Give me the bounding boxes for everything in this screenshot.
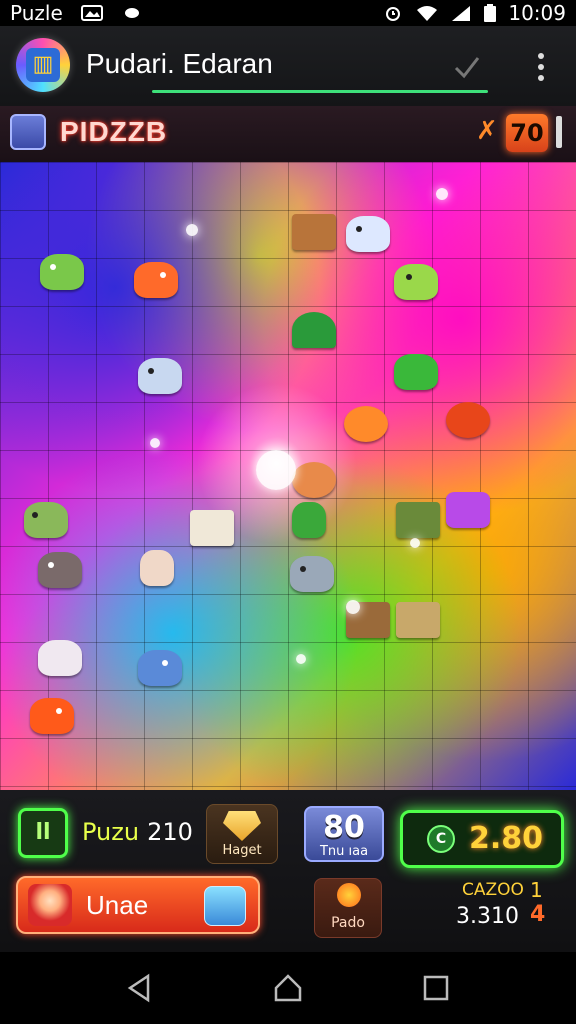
app-bar: ▥ Pudari. Edaran: [0, 26, 576, 107]
puzzle-piece[interactable]: [344, 406, 388, 442]
signal-icon: [452, 6, 471, 21]
puzzle-piece[interactable]: [138, 358, 182, 394]
sparkle: [410, 538, 420, 548]
game-header: PIDZZB ✗ 70: [0, 106, 576, 162]
puzzle-piece[interactable]: [446, 402, 490, 438]
sparkle: [256, 450, 296, 490]
puzzle-piece[interactable]: [290, 556, 334, 592]
puzzle-piece[interactable]: [40, 254, 84, 290]
gem-icon: [223, 811, 261, 841]
line-button[interactable]: Unae: [16, 876, 260, 934]
puzzle-mode-button[interactable]: ll: [18, 808, 68, 858]
header-edge-bar: [556, 116, 562, 148]
puzzle-piece[interactable]: [138, 650, 182, 686]
stat2-label: 3.310: [456, 904, 519, 929]
puzzle-piece[interactable]: [30, 698, 74, 734]
puzzle-piece[interactable]: [38, 640, 82, 676]
app-logo[interactable]: ▥: [16, 38, 70, 92]
battery-icon: [484, 4, 497, 22]
puzzle-board[interactable]: [0, 162, 576, 790]
gallery-icon: [80, 5, 103, 21]
score-badge: 70: [506, 114, 548, 152]
stat1-label: CAZOO: [462, 880, 524, 900]
puzzle-piece[interactable]: [190, 510, 234, 546]
multiplier-icon: ✗: [476, 116, 498, 146]
puzzle-piece[interactable]: [134, 262, 178, 298]
puzzle-piece[interactable]: [292, 502, 326, 538]
bottom-hud: ll Puzu 210 Haget 80 Tnu ıaa C 2.80 Unae …: [0, 790, 576, 952]
back-icon[interactable]: [124, 972, 156, 1004]
sparkle: [436, 188, 448, 200]
ice-gem-icon: [204, 886, 246, 926]
puzzle-piece[interactable]: [38, 552, 82, 588]
check-icon[interactable]: [450, 50, 484, 84]
nav-bar: [0, 952, 576, 1024]
puzzle-label: Puzu: [82, 818, 140, 846]
puzzle-piece[interactable]: [292, 462, 336, 498]
pickle-label: Pado: [331, 915, 365, 931]
puzzle-piece[interactable]: [396, 602, 440, 638]
status-time: 10:09: [508, 1, 566, 25]
fire-icon: [337, 883, 361, 907]
puzzle-piece[interactable]: [446, 492, 490, 528]
puzzle-counter: Puzu 210: [82, 818, 193, 846]
puzzle-piece[interactable]: [140, 550, 174, 586]
coin-value: 2.80: [469, 821, 544, 856]
hunter-button[interactable]: Haget: [206, 804, 278, 864]
sparkle: [150, 438, 160, 448]
status-app-label: Puzle: [10, 1, 63, 25]
pickle-button[interactable]: Pado: [314, 878, 382, 938]
stats-panel: CAZOO 1 3.310 4: [456, 878, 566, 940]
recents-icon[interactable]: [420, 972, 452, 1004]
puzzle-piece[interactable]: [346, 216, 390, 252]
eighty-label: Tnu ıaa: [319, 844, 369, 859]
wifi-icon: [417, 6, 438, 21]
puzzle-value: 210: [147, 818, 193, 846]
notification-icon: [124, 8, 139, 18]
hunter-label: Haget: [222, 843, 262, 858]
puzzle-piece[interactable]: [24, 502, 68, 538]
eighty-button[interactable]: 80 Tnu ıaa: [304, 806, 384, 862]
character-avatar-icon: [28, 884, 72, 926]
game-title: PIDZZB: [60, 116, 168, 147]
sparkle: [346, 600, 360, 614]
line-label: Unae: [86, 890, 149, 920]
puzzle-piece[interactable]: [394, 354, 438, 390]
puzzle-piece[interactable]: [292, 312, 336, 348]
coin-icon: C: [427, 825, 455, 853]
status-bar: Puzle 10:09: [0, 0, 576, 26]
puzzle-logo-icon: ▥: [26, 48, 60, 82]
title-underline: [152, 90, 488, 93]
coin-counter[interactable]: C 2.80: [400, 810, 564, 868]
alarm-icon: [386, 7, 401, 21]
puzzle-piece[interactable]: [292, 214, 336, 250]
eighty-value: 80: [323, 810, 365, 845]
more-options-icon[interactable]: [528, 50, 554, 84]
sparkle: [186, 224, 198, 236]
home-icon[interactable]: [272, 972, 304, 1004]
stat1-value: 1: [530, 878, 543, 902]
app-title: Pudari. Edaran: [86, 48, 273, 79]
stat2-value: 4: [530, 902, 546, 927]
puzzle-piece[interactable]: [394, 264, 438, 300]
puzzle-piece[interactable]: [396, 502, 440, 538]
game-menu-icon[interactable]: [10, 114, 46, 150]
sparkle: [296, 654, 306, 664]
